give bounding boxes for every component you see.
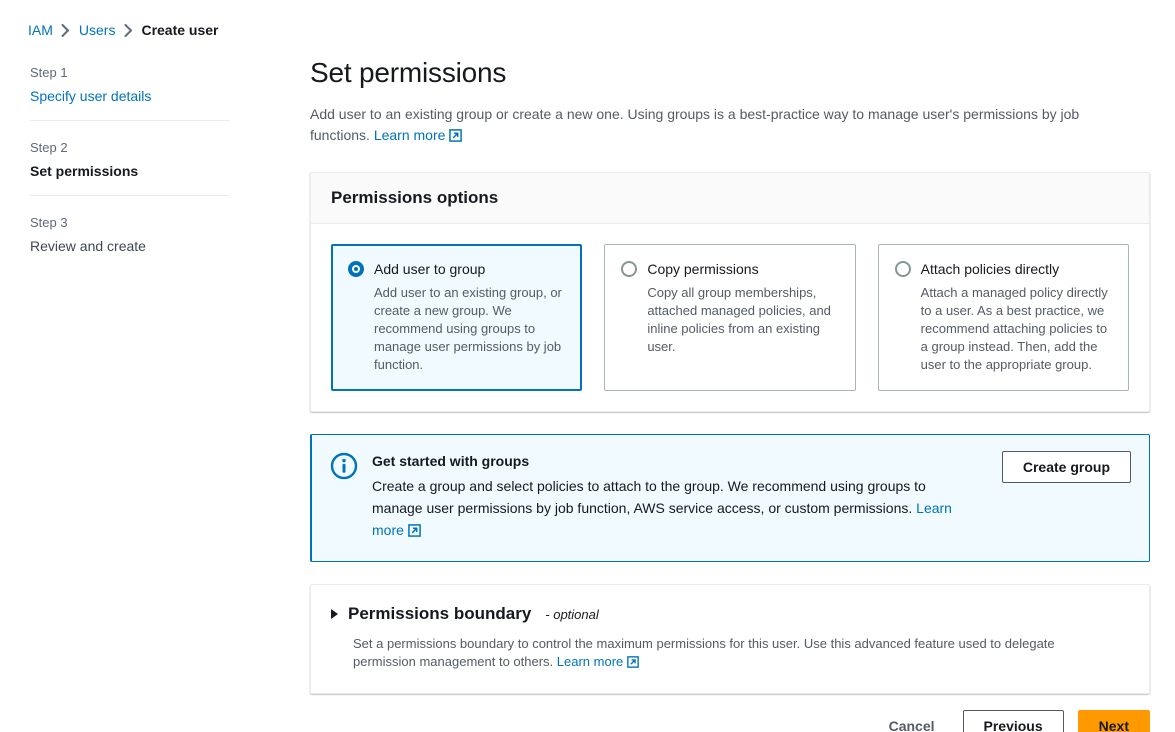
alert-title: Get started with groups xyxy=(372,453,530,469)
next-button[interactable]: Next xyxy=(1077,710,1150,732)
option-label-add-user-to-group: Add user to group xyxy=(374,261,486,277)
alert-content: Get started with groups Create a group a… xyxy=(372,451,982,543)
breadcrumb-item-create-user: Create user xyxy=(141,22,219,38)
wizard-step-3[interactable]: Step 3 Review and create xyxy=(30,208,230,270)
breadcrumb-item-users[interactable]: Users xyxy=(79,22,116,38)
wizard-steps: Step 1 Specify user details Step 2 Set p… xyxy=(30,58,230,270)
step-3-number: Step 3 xyxy=(30,215,68,230)
chevron-right-icon xyxy=(115,23,141,37)
permissions-boundary-section: Permissions boundary - optional Set a pe… xyxy=(310,584,1150,694)
permissions-boundary-title: Permissions boundary xyxy=(348,604,532,623)
wizard-footer-actions: Cancel Previous Next xyxy=(310,710,1150,732)
step-divider xyxy=(30,120,230,121)
step-divider xyxy=(30,195,230,196)
breadcrumb: IAM Users Create user xyxy=(28,22,219,38)
external-link-icon xyxy=(627,655,640,673)
header-learn-more-link[interactable]: Learn more xyxy=(374,127,446,143)
permissions-options-tiles: Add user to group Add user to an existin… xyxy=(331,244,1129,391)
external-link-icon xyxy=(449,127,463,148)
option-description-add-user-to-group: Add user to an existing group, or create… xyxy=(374,285,562,372)
page-description: Add user to an existing group or create … xyxy=(310,104,1110,148)
cancel-button[interactable]: Cancel xyxy=(875,711,949,732)
caret-right-icon[interactable] xyxy=(331,609,338,619)
option-label-copy-permissions: Copy permissions xyxy=(647,261,759,277)
external-link-icon xyxy=(408,521,421,543)
permissions-options-header: Permissions options xyxy=(311,173,1149,224)
alert-text: Create a group and select policies to at… xyxy=(372,478,926,516)
permissions-boundary-toggle[interactable]: Permissions boundary - optional xyxy=(331,603,1129,625)
option-tile-row: Copy permissions xyxy=(621,259,838,279)
option-label-attach-policies-directly: Attach policies directly xyxy=(920,261,1060,277)
step-1-title[interactable]: Specify user details xyxy=(30,86,230,106)
alert-text-block: Create a group and select policies to at… xyxy=(372,475,962,543)
wizard-step-2[interactable]: Step 2 Set permissions xyxy=(30,133,230,195)
info-circle-icon xyxy=(330,452,358,485)
chevron-right-icon xyxy=(53,23,79,37)
radio-add-user-to-group[interactable] xyxy=(348,261,364,277)
option-tile-add-user-to-group[interactable]: Add user to group Add user to an existin… xyxy=(331,244,583,391)
main-content: Set permissions Add user to an existing … xyxy=(310,56,1150,732)
wizard-step-1[interactable]: Step 1 Specify user details xyxy=(30,58,230,120)
breadcrumb-item-iam[interactable]: IAM xyxy=(28,22,53,38)
option-tile-row: Add user to group xyxy=(348,259,565,279)
get-started-with-groups-alert: Get started with groups Create a group a… xyxy=(310,434,1150,562)
radio-attach-policies-directly[interactable] xyxy=(894,261,911,277)
permissions-options-heading: Permissions options xyxy=(331,188,499,207)
option-tile-attach-policies-directly[interactable]: Attach policies directly Attach a manage… xyxy=(877,244,1129,391)
option-tile-row: Attach policies directly xyxy=(894,259,1112,279)
permissions-boundary-learn-more-link[interactable]: Learn more xyxy=(557,654,623,669)
step-3-title: Review and create xyxy=(30,238,146,254)
radio-copy-permissions[interactable] xyxy=(621,261,638,277)
permissions-options-body: Add user to group Add user to an existin… xyxy=(311,224,1149,411)
option-description-attach-policies-directly: Attach a managed policy directly to a us… xyxy=(920,285,1108,372)
create-user-page: IAM Users Create user Step 1 Specify use… xyxy=(0,0,1175,732)
permissions-options-card: Permissions options Add user to group Ad… xyxy=(310,172,1150,412)
create-group-button[interactable]: Create group xyxy=(1001,451,1131,483)
permissions-boundary-optional-label: - optional xyxy=(545,606,599,622)
option-description-copy-permissions: Copy all group memberships, attached man… xyxy=(647,285,831,354)
step-1-number: Step 1 xyxy=(30,65,68,80)
permissions-boundary-description-block: Set a permissions boundary to control th… xyxy=(353,635,1113,673)
alert-action: Create group xyxy=(996,451,1131,483)
previous-button[interactable]: Previous xyxy=(962,710,1064,732)
page-title: Set permissions xyxy=(310,57,507,88)
permissions-boundary-description: Set a permissions boundary to control th… xyxy=(353,636,1055,669)
step-2-number: Step 2 xyxy=(30,140,68,155)
step-2-title: Set permissions xyxy=(30,163,139,179)
option-tile-copy-permissions[interactable]: Copy permissions Copy all group membersh… xyxy=(604,244,856,391)
